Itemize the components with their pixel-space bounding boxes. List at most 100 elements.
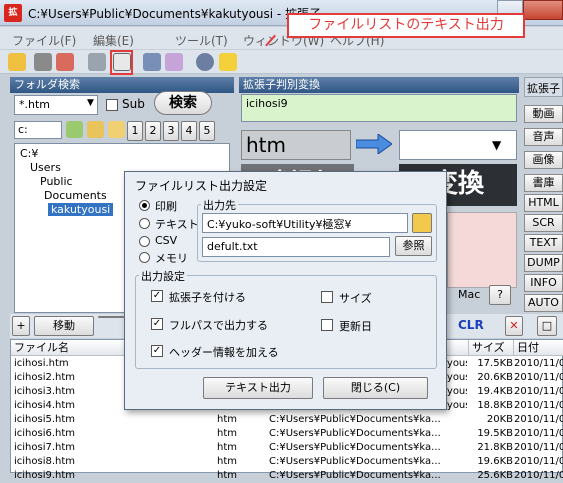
tree-item-kakutyousi[interactable]: kakutyousi	[48, 203, 114, 216]
side-button-info[interactable]: INFO	[524, 274, 563, 292]
side-button-audio[interactable]: 音声	[524, 128, 563, 146]
settings-icon[interactable]	[196, 53, 214, 71]
column-date[interactable]: 日付	[514, 340, 563, 356]
zoom-icon[interactable]	[165, 53, 183, 71]
tree-item-users[interactable]: Users	[30, 161, 61, 174]
chevron-down-icon[interactable]: ▼	[492, 138, 501, 152]
check-size-label: サイズ	[339, 292, 372, 305]
num-button-4[interactable]: 4	[181, 121, 197, 141]
filename-input[interactable]: defult.txt	[202, 237, 390, 257]
arrow-right-icon	[355, 133, 393, 155]
menu-tools[interactable]: ツール(T)	[175, 32, 228, 49]
cell-size: 17.5KB	[477, 358, 513, 369]
tree-item-root[interactable]: C:¥	[20, 147, 38, 160]
ext-value: htm	[241, 130, 351, 160]
cell-ext: htm	[217, 456, 237, 467]
path-input[interactable]: C:¥yuko-soft¥Utility¥極窓¥	[202, 213, 408, 233]
cell-filename: icihosi9.htm	[14, 470, 76, 481]
clr-button[interactable]: CLR	[458, 318, 484, 332]
table-row[interactable]: icihosi9.htm htm C:¥Users¥Public¥Documents…	[11, 469, 563, 483]
cell-size: 25.6KB	[477, 470, 513, 481]
radio-memory[interactable]	[139, 252, 150, 263]
cell-date: 2010/11/0	[514, 428, 563, 439]
folder-check-icon[interactable]	[66, 121, 83, 138]
check-updated[interactable]	[321, 319, 333, 331]
cell-path: C:¥Users¥Public¥Documents¥ka...	[269, 456, 441, 467]
text-output-button[interactable]: テキスト出力	[203, 377, 313, 399]
cell-date: 2010/11/0	[514, 358, 563, 369]
callout-label: ファイルリストのテキスト出力	[287, 13, 525, 38]
pattern-input[interactable]: *.htm	[14, 95, 98, 115]
side-button-scr[interactable]: SCR	[524, 214, 563, 232]
delete-icon[interactable]: ✕	[505, 316, 523, 336]
folder-open-icon[interactable]	[87, 121, 104, 138]
search-button[interactable]: 検索	[154, 91, 212, 115]
table-row[interactable]: icihosi8.htm htm C:¥Users¥Public¥Documents…	[11, 455, 563, 469]
close-window-button[interactable]	[523, 0, 563, 20]
table-row[interactable]: icihosi5.htm htm C:¥Users¥Public¥Documents…	[11, 413, 563, 427]
side-button-archive[interactable]: 書庫	[524, 174, 563, 192]
add-icon[interactable]: +	[12, 316, 30, 336]
sub-checkbox[interactable]	[106, 99, 118, 111]
check-full-path-label: フルパスで出力する	[169, 319, 268, 332]
refresh-icon[interactable]	[56, 53, 74, 71]
table-row[interactable]: icihosi6.htm htm C:¥Users¥Public¥Documents…	[11, 427, 563, 441]
check-full-path[interactable]: ✓	[151, 318, 163, 330]
radio-text[interactable]	[139, 218, 150, 229]
dialog-title: ファイルリスト出力設定	[135, 179, 268, 193]
new-icon[interactable]	[8, 53, 26, 71]
side-button-html[interactable]: HTML	[524, 194, 563, 212]
menu-edit[interactable]: 編集(E)	[93, 32, 134, 49]
check-size[interactable]	[321, 291, 333, 303]
cell-size: 20KB	[486, 414, 513, 425]
cell-size: 19.5KB	[477, 428, 513, 439]
drive-select[interactable]: c:	[14, 121, 62, 139]
help-icon[interactable]	[219, 53, 237, 71]
ext-convert-header: 拡張子判別変換	[239, 77, 519, 93]
ext-input[interactable]: icihosi9	[241, 94, 517, 122]
print-icon[interactable]	[88, 53, 106, 71]
radio-print-label: 印刷	[155, 200, 177, 213]
check-header-info-label: ヘッダー情報を加える	[169, 346, 279, 359]
table-row[interactable]: icihosi7.htm htm C:¥Users¥Public¥Documents…	[11, 441, 563, 455]
copy-button[interactable]	[98, 316, 124, 318]
radio-print[interactable]	[139, 200, 150, 211]
cell-date: 2010/11/0	[514, 442, 563, 453]
side-button-auto[interactable]: AUTO	[524, 294, 563, 312]
folder-icon[interactable]	[412, 213, 432, 233]
tree-item-public[interactable]: Public	[40, 175, 73, 188]
cell-date: 2010/11/0	[514, 372, 563, 383]
window-title: C:¥Users¥Public¥Documents¥kakutyousi - 拡…	[28, 7, 322, 21]
cell-size: 19.6KB	[477, 456, 513, 467]
move-button[interactable]: 移動	[34, 316, 94, 336]
help-button[interactable]: ?	[489, 285, 511, 305]
cell-path: C:¥Users¥Public¥Documents¥ka...	[269, 428, 441, 439]
window-icon[interactable]: □	[537, 316, 557, 336]
check-updated-label: 更新日	[339, 320, 372, 333]
side-button-image[interactable]: 画像	[524, 151, 563, 169]
num-button-1[interactable]: 1	[127, 121, 143, 141]
check-header-info[interactable]: ✓	[151, 345, 163, 357]
chevron-down-icon[interactable]: ▼	[87, 98, 94, 108]
cell-size: 21.8KB	[477, 442, 513, 453]
num-button-3[interactable]: 3	[163, 121, 179, 141]
column-size[interactable]: サイズ	[469, 340, 514, 356]
side-button-video[interactable]: 動画	[524, 105, 563, 123]
star-folder-icon[interactable]	[108, 121, 125, 138]
side-button-text[interactable]: TEXT	[524, 234, 563, 252]
menu-file[interactable]: ファイル(F)	[12, 32, 76, 49]
cell-filename: icihosi6.htm	[14, 428, 76, 439]
check-add-extension[interactable]: ✓	[151, 290, 163, 302]
check-add-extension-label: 拡張子を付ける	[169, 291, 246, 304]
num-button-5[interactable]: 5	[199, 121, 215, 141]
dialog-close-button[interactable]: 閉じる(C)	[323, 377, 428, 399]
tree-item-documents[interactable]: Documents	[44, 189, 107, 202]
find-icon[interactable]	[143, 53, 161, 71]
radio-csv-label: CSV	[155, 234, 178, 247]
cell-date: 2010/11/0	[514, 414, 563, 425]
side-button-dump[interactable]: DUMP	[524, 254, 563, 272]
key-icon[interactable]	[34, 53, 52, 71]
browse-button[interactable]: 参照	[395, 236, 432, 256]
num-button-2[interactable]: 2	[145, 121, 161, 141]
radio-csv[interactable]	[139, 236, 150, 247]
